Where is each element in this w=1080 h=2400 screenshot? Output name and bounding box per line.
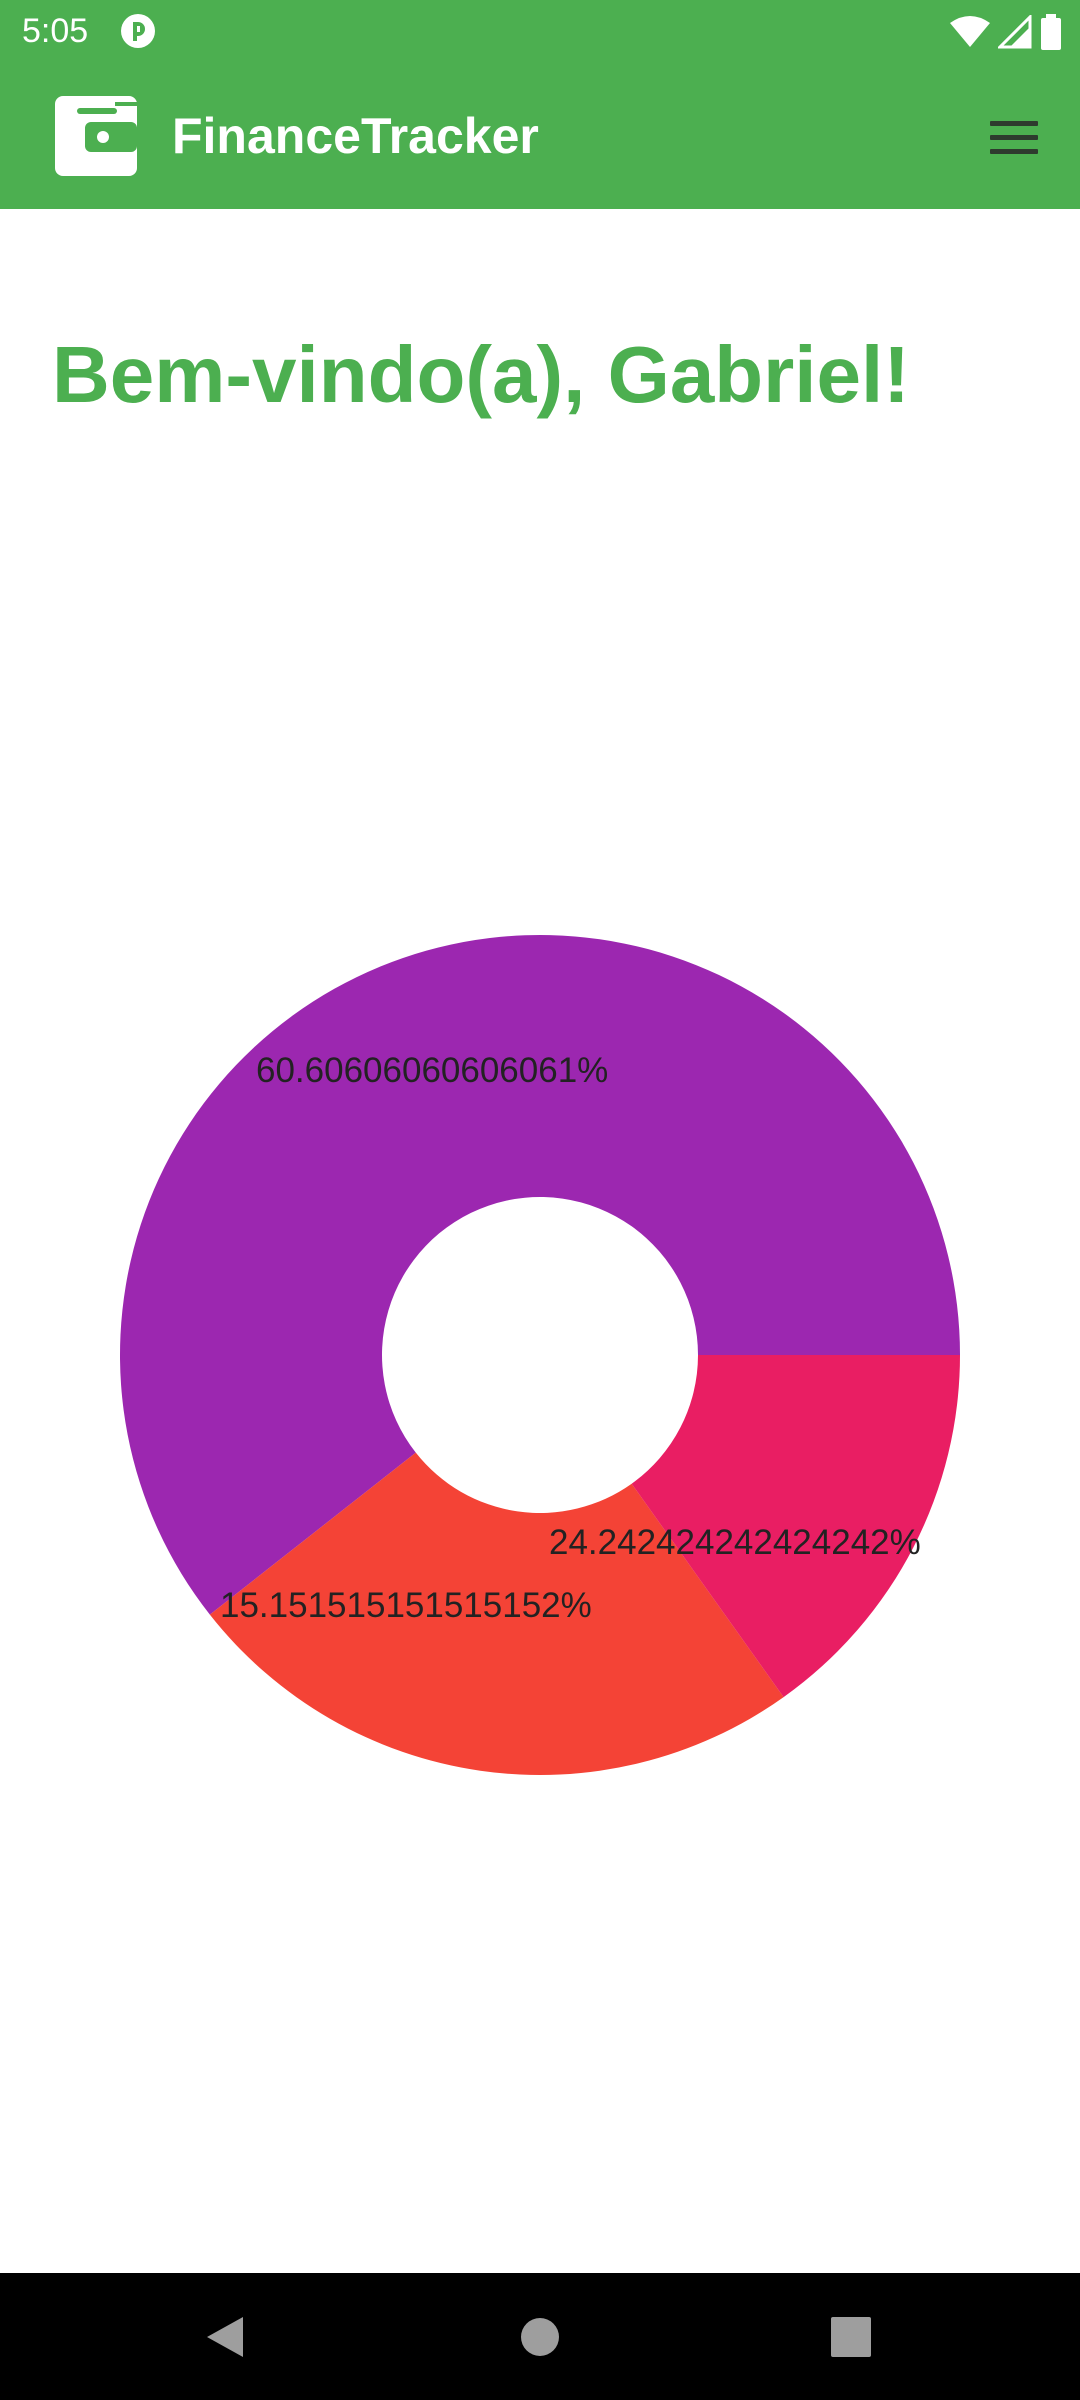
slice-label-3: 15.151515151515152% [220, 1586, 592, 1625]
donut-slice-3 [631, 1355, 960, 1698]
battery-icon [1041, 14, 1061, 50]
back-icon[interactable] [170, 2273, 280, 2400]
menu-line [990, 134, 1038, 140]
slice-label-2: 24.242424242424242% [549, 1523, 921, 1562]
navigation-bar [0, 2273, 1080, 2400]
recents-icon[interactable] [796, 2273, 906, 2400]
donut-slice-2 [209, 1452, 784, 1776]
home-icon[interactable] [485, 2273, 595, 2400]
app-notification-icon [121, 14, 155, 48]
cellular-signal-icon [998, 15, 1032, 49]
app-title: FinanceTracker [172, 108, 539, 164]
status-icons [950, 12, 1062, 52]
status-bar: 5:05 [0, 0, 1080, 62]
wallet-icon [55, 96, 137, 176]
hamburger-menu-icon[interactable] [990, 110, 1044, 164]
status-time: 5:05 [22, 12, 89, 50]
app-bar: FinanceTracker [0, 62, 1080, 209]
screen: 5:05 FinanceTracker Bem-vindo(a), Gabrie… [0, 0, 1080, 2400]
menu-line [990, 148, 1038, 154]
menu-line [990, 120, 1038, 126]
welcome-heading: Bem-vindo(a), Gabriel! [52, 330, 910, 419]
wifi-icon [950, 16, 990, 47]
donut-slice-1 [120, 935, 960, 1615]
slice-label-1: 60.60606060606061% [256, 1051, 608, 1090]
